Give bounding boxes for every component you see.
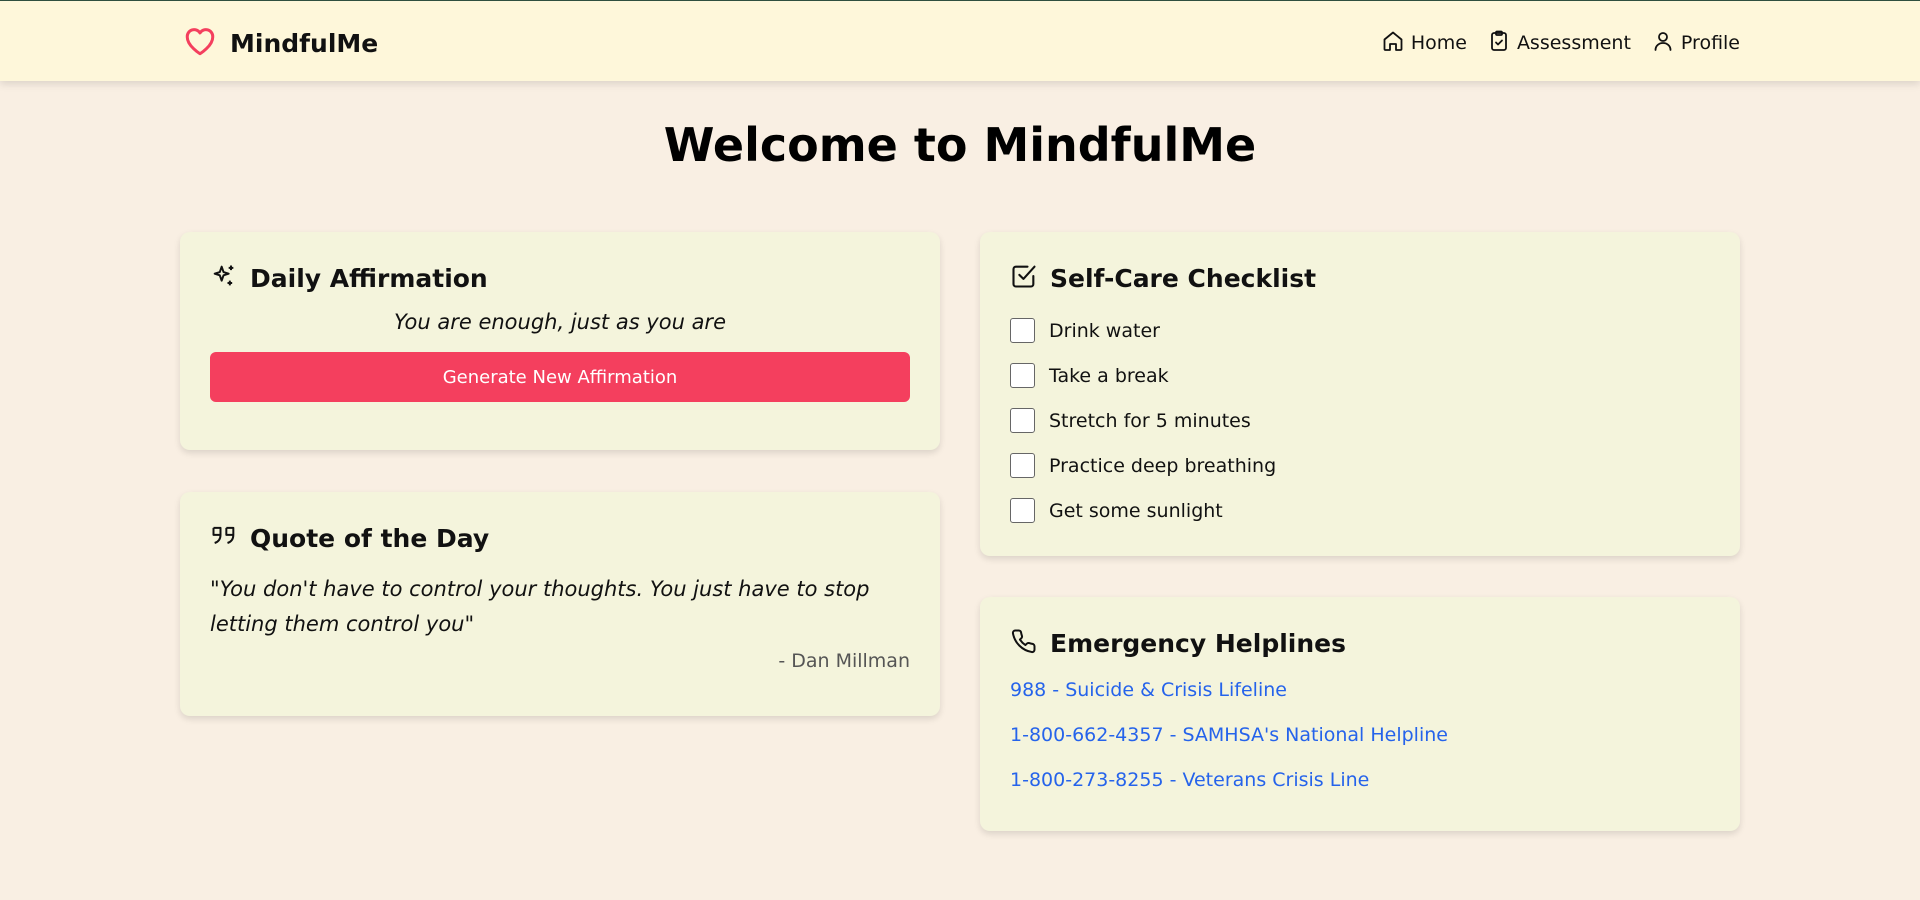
square-check-icon [1010, 262, 1038, 294]
checklist: Drink water Take a break Stretch for 5 m… [1010, 308, 1710, 533]
clipboard-check-icon [1487, 29, 1511, 58]
sparkles-icon [210, 262, 238, 294]
user-icon [1651, 29, 1675, 58]
checklist-item-label: Stretch for 5 minutes [1049, 409, 1251, 432]
nav-assessment-label: Assessment [1516, 32, 1631, 54]
checklist-item-label: Practice deep breathing [1049, 454, 1277, 477]
affirmation-card: Daily Affirmation You are enough, just a… [180, 232, 940, 450]
checklist-item-label: Drink water [1049, 319, 1160, 342]
checklist-item-label: Take a break [1049, 364, 1169, 387]
checklist-card: Self-Care Checklist Drink water Take a b… [980, 232, 1740, 556]
brand-name: MindfulMe [230, 28, 379, 58]
checkbox[interactable] [1010, 453, 1035, 478]
home-icon [1381, 29, 1405, 58]
nav-home-label: Home [1410, 32, 1467, 54]
nav-profile[interactable]: Profile [1651, 29, 1740, 58]
quote-card-header: Quote of the Day [210, 522, 910, 554]
helplines-title: Emergency Helplines [1050, 628, 1346, 658]
checklist-card-header: Self-Care Checklist [1010, 262, 1710, 294]
checkbox[interactable] [1010, 363, 1035, 388]
helpline-link[interactable]: 1-800-273-8255 - Veterans Crisis Line [1010, 765, 1710, 810]
nav-profile-label: Profile [1680, 32, 1740, 54]
nav-assessment[interactable]: Assessment [1487, 29, 1631, 58]
checklist-title: Self-Care Checklist [1050, 263, 1317, 293]
helplines-card: Emergency Helplines 988 - Suicide & Cris… [980, 597, 1740, 831]
heart-icon [180, 23, 220, 63]
checkbox[interactable] [1010, 408, 1035, 433]
page-title: Welcome to MindfulMe [663, 118, 1257, 172]
quote-author: - Dan Millman [778, 650, 910, 672]
quote-card: Quote of the Day "You don't have to cont… [180, 492, 940, 716]
helplines-card-header: Emergency Helplines [1010, 627, 1710, 659]
helpline-link[interactable]: 1-800-662-4357 - SAMHSA's National Helpl… [1010, 720, 1710, 765]
checklist-item[interactable]: Stretch for 5 minutes [1010, 398, 1710, 443]
brand[interactable]: MindfulMe [180, 23, 378, 63]
checkbox[interactable] [1010, 498, 1035, 523]
helpline-link[interactable]: 988 - Suicide & Crisis Lifeline [1010, 675, 1710, 720]
nav-home[interactable]: Home [1381, 29, 1467, 58]
main-nav: Home Assessment Profile [1381, 27, 1740, 59]
checklist-item[interactable]: Get some sunlight [1010, 488, 1710, 533]
generate-affirmation-button[interactable]: Generate New Affirmation [210, 352, 910, 402]
checkbox[interactable] [1010, 318, 1035, 343]
affirmation-card-header: Daily Affirmation [210, 262, 910, 294]
quote-text: "You don't have to control your thoughts… [210, 577, 870, 636]
phone-icon [1010, 627, 1038, 659]
quote-icon [210, 522, 238, 554]
affirmation-text: You are enough, just as you are [394, 310, 726, 334]
helpline-list: 988 - Suicide & Crisis Lifeline 1-800-66… [1010, 675, 1710, 810]
checklist-item[interactable]: Practice deep breathing [1010, 443, 1710, 488]
checklist-item[interactable]: Take a break [1010, 353, 1710, 398]
checklist-item[interactable]: Drink water [1010, 308, 1710, 353]
quote-title: Quote of the Day [250, 523, 490, 553]
affirmation-title: Daily Affirmation [250, 263, 488, 293]
checklist-item-label: Get some sunlight [1049, 499, 1223, 522]
top-navbar: MindfulMe Home Assessment Profile [0, 0, 1920, 81]
